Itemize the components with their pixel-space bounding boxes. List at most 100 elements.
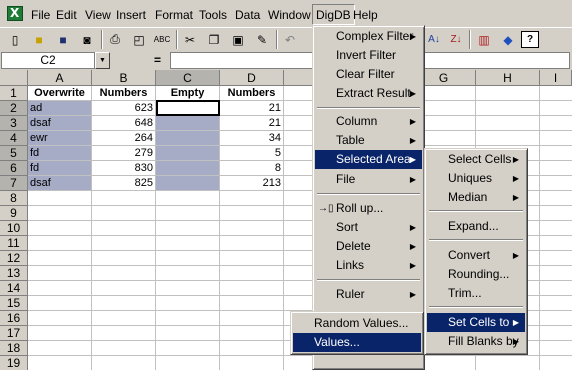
sort-descending-icon[interactable]: Z↓: [447, 31, 465, 48]
menu-item-table[interactable]: Table ▶: [315, 131, 422, 150]
menu-item-sort[interactable]: Sort ▶: [315, 218, 422, 237]
digdb-icon[interactable]: ◆: [499, 31, 517, 48]
cell-b1[interactable]: Numbers: [92, 86, 156, 101]
cell-b7[interactable]: 825: [92, 176, 156, 191]
cell-d7[interactable]: 213: [220, 176, 284, 191]
cell-d6[interactable]: 8: [220, 161, 284, 176]
permission-icon[interactable]: ◙: [78, 31, 96, 48]
row-header[interactable]: 3: [0, 116, 28, 131]
row-header[interactable]: 16: [0, 311, 28, 326]
menu-item-delete[interactable]: Delete ▶: [315, 237, 422, 256]
row-header[interactable]: 2: [0, 101, 28, 116]
copy-icon[interactable]: ❐: [205, 31, 223, 48]
menu-edit[interactable]: Edit: [56, 8, 77, 22]
row-header[interactable]: 7: [0, 176, 28, 191]
column-header-a[interactable]: A: [28, 70, 92, 86]
menu-item-links[interactable]: Links ▶: [315, 256, 422, 275]
menu-window[interactable]: Window: [268, 8, 311, 22]
cell-d2[interactable]: 21: [220, 101, 284, 116]
row-header[interactable]: 9: [0, 206, 28, 221]
row-header[interactable]: 19: [0, 356, 28, 370]
menu-item-set-cells-to[interactable]: Set Cells to ▶: [427, 313, 525, 332]
cell-c4[interactable]: [156, 131, 220, 146]
name-box[interactable]: C2: [1, 52, 95, 69]
cell-a6[interactable]: fd: [28, 161, 92, 176]
format-painter-icon[interactable]: ✎: [253, 31, 271, 48]
cell-d3[interactable]: 21: [220, 116, 284, 131]
menu-item-complex-filter[interactable]: Complex Filter ▶: [315, 27, 422, 46]
select-all-corner[interactable]: [0, 70, 28, 86]
cell-a3[interactable]: dsaf: [28, 116, 92, 131]
save-icon[interactable]: ■: [54, 31, 72, 48]
cell-c1[interactable]: Empty: [156, 86, 220, 101]
undo-icon[interactable]: ↶: [281, 31, 299, 48]
cell-b5[interactable]: 279: [92, 146, 156, 161]
cell-b3[interactable]: 648: [92, 116, 156, 131]
row-header[interactable]: 11: [0, 236, 28, 251]
menu-digdb[interactable]: DigDB: [312, 4, 355, 25]
row-header[interactable]: 6: [0, 161, 28, 176]
cell-c7[interactable]: [156, 176, 220, 191]
cell-d1[interactable]: Numbers: [220, 86, 284, 101]
spelling-icon[interactable]: ABC: [153, 31, 171, 48]
name-box-dropdown-icon[interactable]: ▼: [95, 52, 110, 69]
menu-item-uniques[interactable]: Uniques ▶: [427, 169, 525, 188]
menu-item-selected-area[interactable]: Selected Area ▶: [315, 150, 422, 169]
menu-format[interactable]: Format: [155, 8, 193, 22]
cell-a1[interactable]: Overwrite: [28, 86, 92, 101]
cell-b6[interactable]: 830: [92, 161, 156, 176]
cut-icon[interactable]: ✂: [181, 31, 199, 48]
menu-item-rounding[interactable]: Rounding...: [427, 265, 525, 284]
help-icon[interactable]: ?: [521, 31, 539, 48]
new-icon[interactable]: ▯: [6, 31, 24, 48]
menu-item-random-values[interactable]: Random Values...: [293, 314, 421, 333]
row-header[interactable]: 10: [0, 221, 28, 236]
cell-c5[interactable]: [156, 146, 220, 161]
cell-d5[interactable]: 5: [220, 146, 284, 161]
menu-item-fill-blanks-by[interactable]: Fill Blanks by ▶: [427, 332, 525, 351]
print-preview-icon[interactable]: ◰: [130, 31, 148, 48]
menu-data[interactable]: Data: [235, 8, 260, 22]
cell-b4[interactable]: 264: [92, 131, 156, 146]
row-header[interactable]: 1: [0, 86, 28, 101]
row-header[interactable]: 4: [0, 131, 28, 146]
paste-icon[interactable]: ▣: [229, 31, 247, 48]
sort-ascending-icon[interactable]: A↓: [425, 31, 443, 48]
cell-c6[interactable]: [156, 161, 220, 176]
menu-item-trim[interactable]: Trim...: [427, 284, 525, 303]
row-header[interactable]: 5: [0, 146, 28, 161]
row-header[interactable]: 8: [0, 191, 28, 206]
open-icon[interactable]: ■: [30, 31, 48, 48]
menu-insert[interactable]: Insert: [116, 8, 146, 22]
menu-item-file[interactable]: File ▶: [315, 170, 422, 189]
row-header[interactable]: 15: [0, 296, 28, 311]
row-header[interactable]: 18: [0, 341, 28, 356]
cell-a4[interactable]: ewr: [28, 131, 92, 146]
row-header[interactable]: 14: [0, 281, 28, 296]
menu-item-values[interactable]: Values...: [293, 333, 421, 352]
menu-item-expand[interactable]: Expand...: [427, 217, 525, 236]
cell-a2[interactable]: ad: [28, 101, 92, 116]
menu-item-select-cells[interactable]: Select Cells ▶: [427, 150, 525, 169]
column-header-d[interactable]: D: [220, 70, 284, 86]
print-icon[interactable]: ⎙: [106, 31, 124, 48]
row-header[interactable]: 13: [0, 266, 28, 281]
cell-a5[interactable]: fd: [28, 146, 92, 161]
menu-item-roll-up[interactable]: →▯ Roll up...: [315, 199, 422, 218]
menu-item-median[interactable]: Median ▶: [427, 188, 525, 207]
cell-d4[interactable]: 34: [220, 131, 284, 146]
column-header-i[interactable]: I: [540, 70, 572, 86]
excel-app-icon[interactable]: [7, 6, 23, 21]
menu-item-clear-filter[interactable]: Clear Filter: [315, 65, 422, 84]
menu-item-ruler[interactable]: Ruler ▶: [315, 285, 422, 304]
column-header-b[interactable]: B: [92, 70, 156, 86]
row-header[interactable]: 17: [0, 326, 28, 341]
column-header-c[interactable]: C: [156, 70, 220, 86]
menu-tools[interactable]: Tools: [199, 8, 227, 22]
cell-a7[interactable]: dsaf: [28, 176, 92, 191]
menu-help[interactable]: Help: [353, 8, 378, 22]
menu-item-invert-filter[interactable]: Invert Filter: [315, 46, 422, 65]
menu-file[interactable]: File: [31, 8, 50, 22]
menu-item-column[interactable]: Column ▶: [315, 112, 422, 131]
menu-item-convert[interactable]: Convert ▶: [427, 246, 525, 265]
